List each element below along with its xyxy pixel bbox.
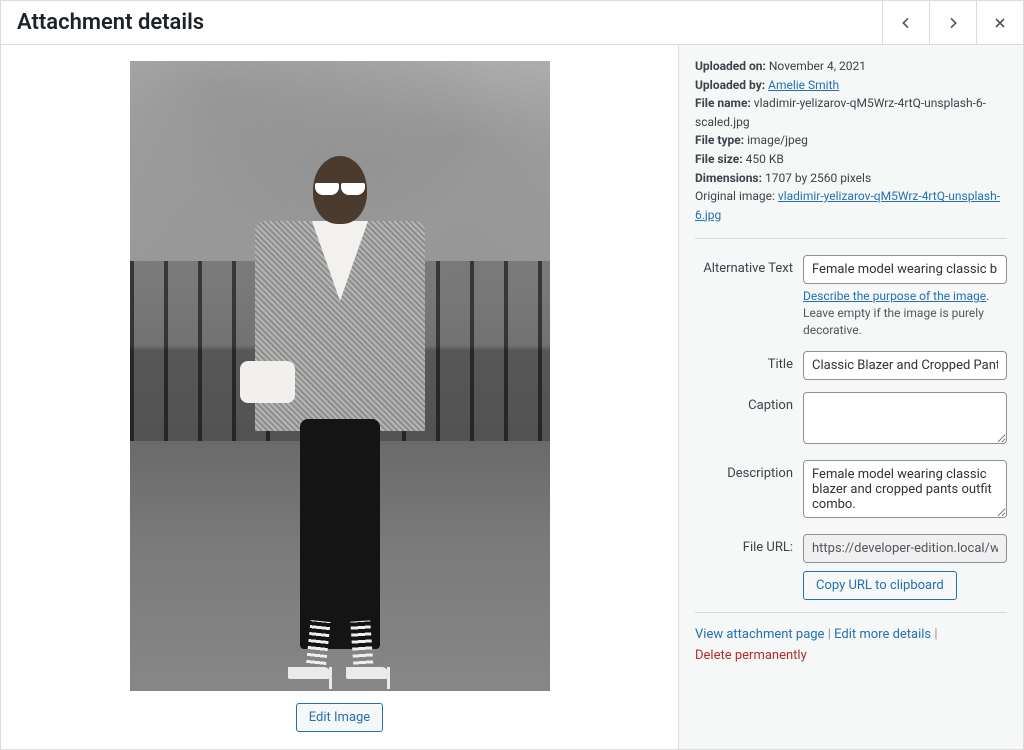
description-input[interactable]	[803, 460, 1007, 518]
title-label: Title	[695, 351, 803, 372]
uploaded-by-label: Uploaded by:	[695, 78, 765, 92]
view-attachment-link[interactable]: View attachment page	[695, 627, 824, 642]
copy-url-button[interactable]: Copy URL to clipboard	[803, 571, 957, 600]
edit-image-button[interactable]: Edit Image	[296, 703, 383, 732]
caption-input[interactable]	[803, 392, 1007, 444]
file-details: Uploaded on: November 4, 2021 Uploaded b…	[695, 57, 1007, 224]
close-button[interactable]	[976, 1, 1023, 44]
file-url-input[interactable]	[803, 534, 1007, 563]
modal-header: Attachment details	[1, 1, 1023, 45]
caption-label: Caption	[695, 392, 803, 413]
alt-text-input[interactable]	[803, 255, 1007, 284]
prev-button[interactable]	[882, 1, 929, 44]
edit-more-details-link[interactable]: Edit more details	[834, 627, 931, 642]
title-input[interactable]	[803, 351, 1007, 380]
uploaded-on-label: Uploaded on:	[695, 59, 766, 73]
alt-text-help-link[interactable]: Describe the purpose of the image	[803, 289, 986, 303]
description-label: Description	[695, 460, 803, 481]
next-button[interactable]	[929, 1, 976, 44]
attachment-actions: View attachment page | Edit more details…	[695, 612, 1007, 667]
file-type-label: File type:	[695, 133, 744, 147]
file-type-value: image/jpeg	[747, 133, 808, 147]
media-panel: Edit Image	[1, 45, 678, 749]
uploaded-by-link[interactable]: Amelie Smith	[768, 78, 839, 92]
file-size-value: 450 KB	[746, 152, 784, 166]
uploaded-on-value: November 4, 2021	[769, 59, 866, 73]
chevron-right-icon	[945, 15, 961, 31]
delete-permanently-link[interactable]: Delete permanently	[695, 648, 807, 663]
dimensions-value: 1707 by 2560 pixels	[765, 171, 871, 185]
settings-form: Alternative Text Describe the purpose of…	[695, 238, 1007, 599]
file-size-label: File size:	[695, 152, 743, 166]
modal-body: Edit Image Uploaded on: November 4, 2021…	[1, 45, 1023, 749]
original-image-label: Original image:	[695, 189, 775, 203]
alt-text-label: Alternative Text	[695, 255, 803, 276]
image-preview	[130, 61, 550, 691]
chevron-left-icon	[898, 15, 914, 31]
image-preview-wrap	[130, 61, 550, 691]
modal-title: Attachment details	[1, 10, 220, 35]
header-nav-buttons	[882, 1, 1023, 44]
close-icon	[992, 15, 1008, 31]
details-sidebar: Uploaded on: November 4, 2021 Uploaded b…	[678, 45, 1023, 749]
file-name-label: File name:	[695, 96, 751, 110]
file-url-label: File URL:	[695, 534, 803, 555]
alt-text-help: Describe the purpose of the image. Leave…	[803, 288, 1007, 338]
dimensions-label: Dimensions:	[695, 171, 762, 185]
attachment-details-modal: Attachment details	[0, 0, 1024, 750]
